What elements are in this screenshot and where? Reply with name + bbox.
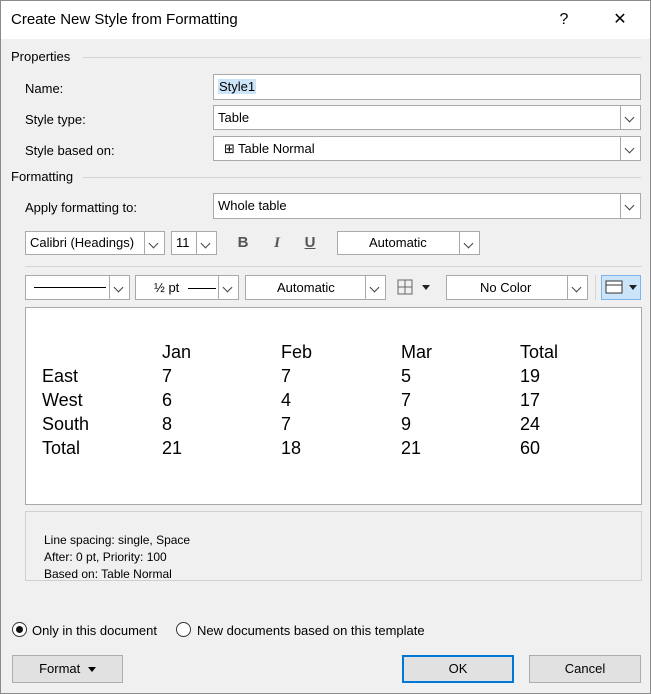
chevron-down-icon[interactable] (196, 232, 216, 254)
formatting-section-label: Formatting (11, 169, 74, 184)
style-preview: Jan Feb Mar Total East 7 7 5 19 West 6 4… (25, 307, 642, 505)
help-button[interactable]: ? (549, 7, 579, 33)
shading-color-select[interactable]: No Color (446, 275, 588, 300)
properties-section-label: Properties (11, 49, 71, 64)
style-type-select[interactable]: Table (213, 105, 641, 130)
style-based-on-select[interactable]: ⊞ Table Normal (213, 136, 641, 161)
preview-cell: 21 (401, 438, 422, 458)
apply-formatting-value: Whole table (218, 198, 287, 213)
description-line: Based on: Table Normal (44, 567, 172, 581)
chevron-down-icon[interactable] (620, 106, 640, 129)
preview-row-label: East (42, 366, 79, 386)
preview-cell: 19 (520, 366, 541, 386)
toolbar-divider (25, 266, 642, 267)
preview-cell: 9 (401, 414, 412, 434)
ok-button[interactable]: OK (402, 655, 514, 683)
chevron-down-icon[interactable] (620, 194, 640, 218)
table-properties-icon (605, 280, 637, 294)
font-size-value: 11 (176, 235, 190, 250)
preview-row-label: West (42, 390, 83, 410)
font-family-select[interactable]: Calibri (Headings) (25, 231, 165, 255)
preview-cell: 8 (162, 414, 173, 434)
properties-divider (83, 57, 641, 58)
new-documents-radio[interactable] (176, 622, 191, 637)
preview-row-label: Total (42, 438, 81, 458)
toolbar-separator (595, 275, 596, 300)
name-field[interactable]: Style1 (213, 74, 641, 100)
close-button[interactable]: ✕ (605, 7, 635, 33)
preview-header-cell: Feb (281, 342, 313, 362)
chevron-down-icon[interactable] (365, 276, 385, 299)
style-based-on-label: Style based on: (25, 143, 115, 158)
underline-button[interactable]: U (299, 232, 321, 254)
new-documents-label[interactable]: New documents based on this template (197, 623, 425, 638)
preview-cell: 21 (162, 438, 183, 458)
preview-cell: 4 (281, 390, 292, 410)
preview-cell: 17 (520, 390, 541, 410)
font-color-value: Automatic (369, 235, 427, 250)
only-this-document-label[interactable]: Only in this document (32, 623, 157, 638)
dialog-title: Create New Style from Formatting (11, 11, 238, 28)
style-type-value: Table (218, 110, 250, 125)
preview-header-cell: Jan (162, 342, 192, 362)
border-style-select[interactable] (25, 275, 130, 300)
chevron-down-icon[interactable] (459, 232, 479, 254)
description-line: After: 0 pt, Priority: 100 (44, 550, 167, 564)
create-style-dialog: Create New Style from Formatting ? ✕ Pro… (0, 0, 651, 694)
preview-cell: 60 (520, 438, 541, 458)
table-styles-button[interactable] (601, 275, 641, 300)
table-style-icon: ⊞ (224, 141, 235, 156)
border-weight-line (188, 288, 216, 289)
description-line: Line spacing: single, Space (44, 533, 191, 547)
style-description: Line spacing: single, Space After: 0 pt,… (25, 511, 642, 581)
preview-cell: 7 (281, 366, 292, 386)
title-bar: Create New Style from Formatting ? ✕ (1, 1, 650, 39)
format-button-label: Format (39, 661, 81, 676)
style-based-on-value: Table Normal (238, 141, 315, 156)
preview-header-cell: Total (520, 342, 559, 362)
preview-cell: 5 (401, 366, 412, 386)
font-family-value: Calibri (Headings) (30, 235, 135, 250)
apply-formatting-label: Apply formatting to: (25, 200, 137, 215)
name-label: Name: (25, 81, 64, 96)
shading-color-value: No Color (480, 280, 532, 295)
preview-cell: 6 (162, 390, 173, 410)
italic-button[interactable]: I (266, 232, 288, 254)
name-value: Style1 (218, 79, 257, 94)
cancel-button[interactable]: Cancel (529, 655, 641, 683)
format-button[interactable]: Format (12, 655, 123, 683)
style-type-label: Style type: (25, 112, 86, 127)
borders-button[interactable] (394, 277, 436, 299)
border-color-value: Automatic (277, 280, 335, 295)
apply-formatting-select[interactable]: Whole table (213, 193, 641, 219)
border-line-sample (34, 287, 106, 288)
preview-header-cell: Mar (401, 342, 432, 362)
border-weight-select[interactable]: ½ pt (135, 275, 239, 300)
preview-cell: 7 (401, 390, 412, 410)
formatting-divider (83, 177, 641, 178)
preview-row-label: South (42, 414, 90, 434)
preview-cell: 7 (281, 414, 292, 434)
only-this-document-radio[interactable] (12, 622, 27, 637)
caret-down-icon (87, 667, 96, 673)
font-size-select[interactable]: 11 (171, 231, 217, 255)
chevron-down-icon[interactable] (109, 276, 129, 299)
preview-cell: 18 (281, 438, 302, 458)
preview-cell: 7 (162, 366, 173, 386)
preview-cell: 24 (520, 414, 541, 434)
bold-button[interactable]: B (232, 232, 254, 254)
chevron-down-icon[interactable] (620, 137, 640, 160)
font-color-select[interactable]: Automatic (337, 231, 480, 255)
chevron-down-icon[interactable] (218, 276, 238, 299)
borders-grid-icon (397, 279, 430, 295)
chevron-down-icon[interactable] (567, 276, 587, 299)
border-color-select[interactable]: Automatic (245, 275, 386, 300)
border-weight-value: ½ pt (154, 280, 180, 295)
chevron-down-icon[interactable] (144, 232, 164, 254)
